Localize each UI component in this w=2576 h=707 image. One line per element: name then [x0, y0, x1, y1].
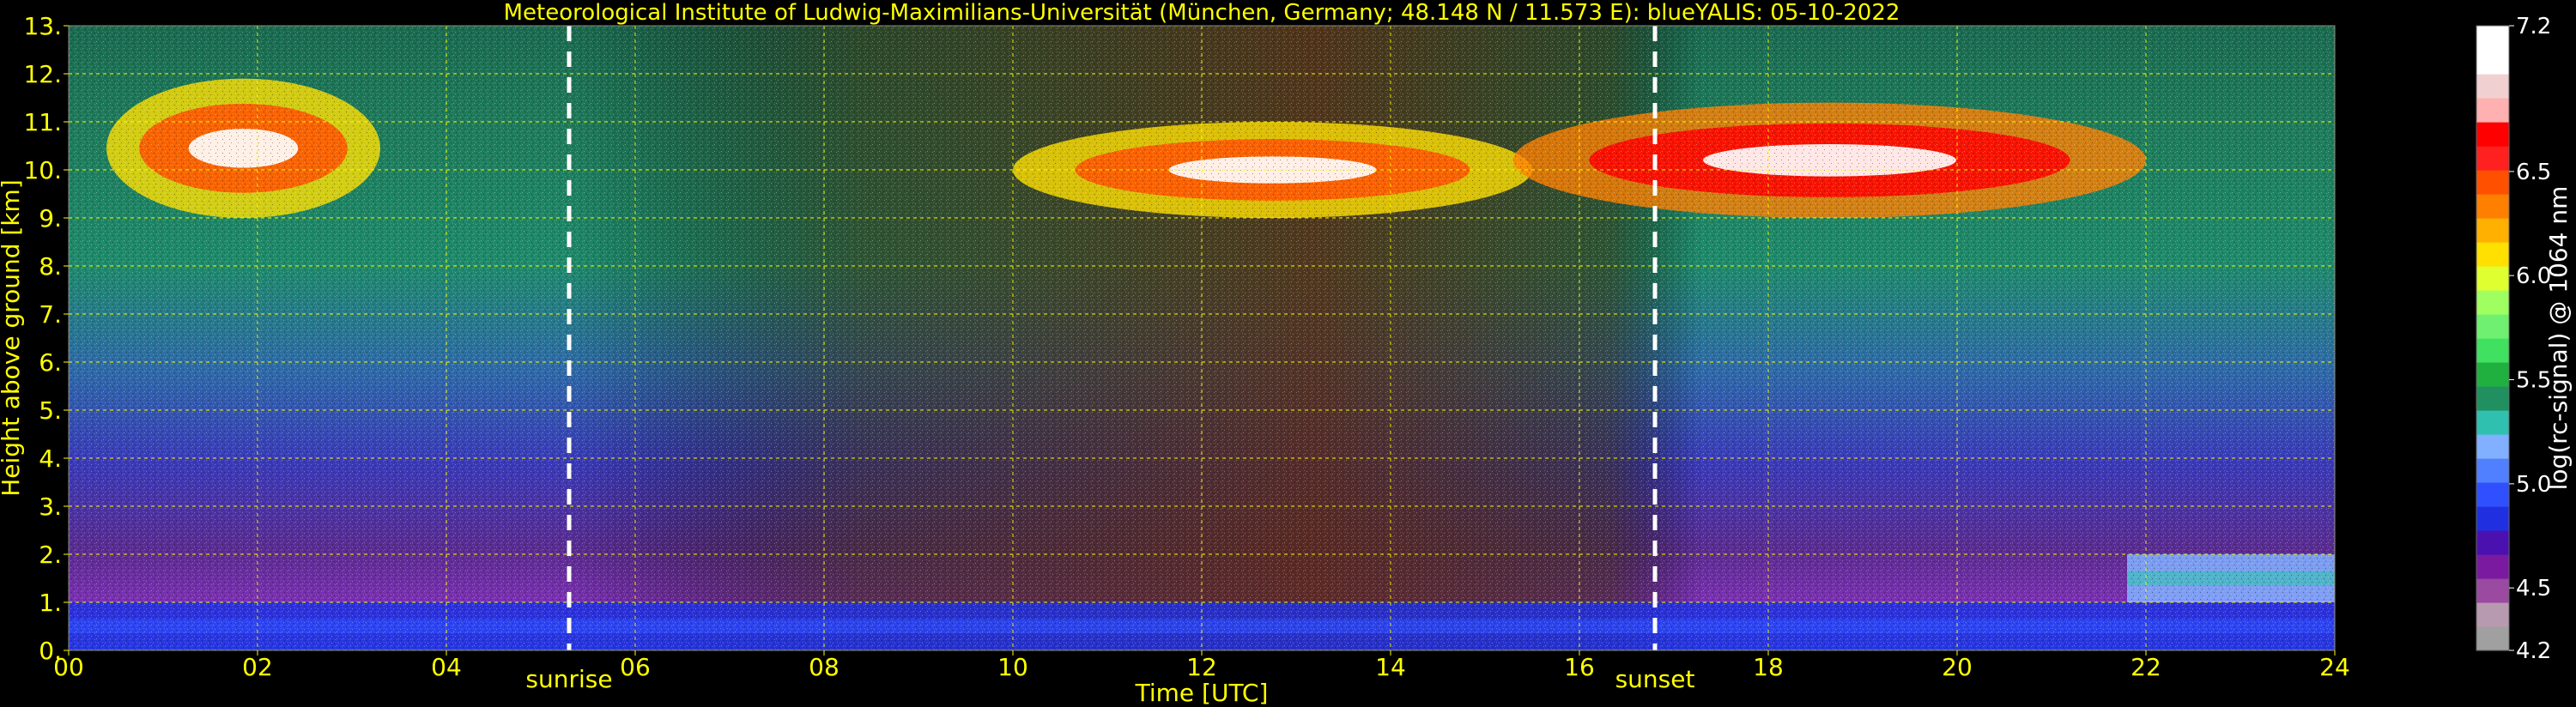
colorbar-segment [2476, 146, 2509, 171]
y-tick-label: 5. [39, 396, 62, 425]
colorbar: 4.24.55.05.56.06.57.2 [2476, 14, 2551, 664]
colorbar-segment [2476, 626, 2509, 651]
x-tick-label: 04 [431, 653, 462, 681]
y-tick-label: 4. [39, 444, 62, 473]
x-axis-label: Time [UTC] [1135, 679, 1269, 707]
sunrise-label: sunrise [525, 665, 612, 693]
colorbar-segment [2476, 266, 2509, 291]
y-tick-label: 2. [39, 541, 62, 569]
x-tick-label: 22 [2131, 653, 2161, 681]
y-tick-label: 9. [39, 204, 62, 233]
x-tick-label: 18 [1753, 653, 1784, 681]
colorbar-segment [2476, 410, 2509, 435]
y-axis-label: Height above ground [km] [0, 179, 25, 497]
colorbar-segment [2476, 458, 2509, 483]
x-tick-label: 08 [809, 653, 839, 681]
colorbar-segment [2476, 242, 2509, 267]
y-tick-label: 10. [23, 156, 62, 184]
colorbar-label: log(rc-signal) @ 1064 nm [2544, 186, 2573, 491]
y-tick-label: 8. [39, 252, 62, 281]
y-tick-label: 12. [23, 60, 62, 88]
colorbar-segment [2476, 314, 2509, 339]
y-tick-label: 3. [39, 492, 62, 521]
colorbar-segment [2476, 362, 2509, 387]
colorbar-tick-label: 4.5 [2516, 576, 2551, 601]
x-tick-label: 16 [1564, 653, 1595, 681]
y-tick-label: 13. [23, 12, 62, 40]
y-axis: 0. 1. 2. 3. 4. 5. 6. 7. 8. 9. 10. 11. 12. 13. [23, 12, 69, 665]
colorbar-tick-label: 6.5 [2516, 160, 2551, 185]
y-tick-label: 1. [39, 589, 62, 617]
y-tick-label: 6. [39, 348, 62, 377]
colorbar-segment [2476, 98, 2509, 123]
colorbar-segment [2476, 338, 2509, 363]
x-tick-label: 12 [1186, 653, 1217, 681]
plot-area [69, 26, 2335, 650]
colorbar-segment [2476, 482, 2509, 507]
colorbar-segment [2476, 122, 2509, 147]
colorbar-segment [2476, 26, 2509, 51]
y-tick-label: 0. [39, 637, 62, 665]
y-tick-label: 11. [23, 108, 62, 136]
colorbar-segment [2476, 218, 2509, 243]
colorbar-segment [2476, 530, 2509, 555]
colorbar-segment [2476, 578, 2509, 603]
chart-title: Meteorological Institute of Ludwig-Maxim… [504, 0, 1900, 26]
x-tick-label: 10 [997, 653, 1028, 681]
colorbar-segment [2476, 74, 2509, 99]
colorbar-segment [2476, 506, 2509, 531]
colorbar-segment [2476, 170, 2509, 195]
sunset-label: sunset [1615, 665, 1695, 693]
x-tick-label: 14 [1375, 653, 1406, 681]
x-tick-label: 24 [2319, 653, 2350, 681]
x-tick-label: 02 [242, 653, 273, 681]
colorbar-segment [2476, 194, 2509, 219]
x-tick-label: 06 [620, 653, 651, 681]
colorbar-segment [2476, 290, 2509, 315]
x-axis: 00 02 04 06 08 10 12 14 16 18 20 22 24 [53, 650, 2350, 681]
sun-event-labels: sunrise sunset [525, 665, 1694, 693]
x-tick-label: 20 [1942, 653, 1973, 681]
colorbar-tick-label: 4.2 [2516, 638, 2551, 664]
colorbar-segment [2476, 602, 2509, 627]
lidar-quicklook-chart: 00 02 04 06 08 10 12 14 16 18 20 22 24 0.1.2.3.4.5.6… [0, 0, 2573, 707]
y-tick-label: 7. [39, 300, 62, 329]
colorbar-segment [2476, 50, 2509, 75]
colorbar-tick-label: 7.2 [2516, 14, 2551, 39]
colorbar-segment [2476, 386, 2509, 411]
colorbar-segment [2476, 554, 2509, 579]
colorbar-segment [2476, 434, 2509, 459]
